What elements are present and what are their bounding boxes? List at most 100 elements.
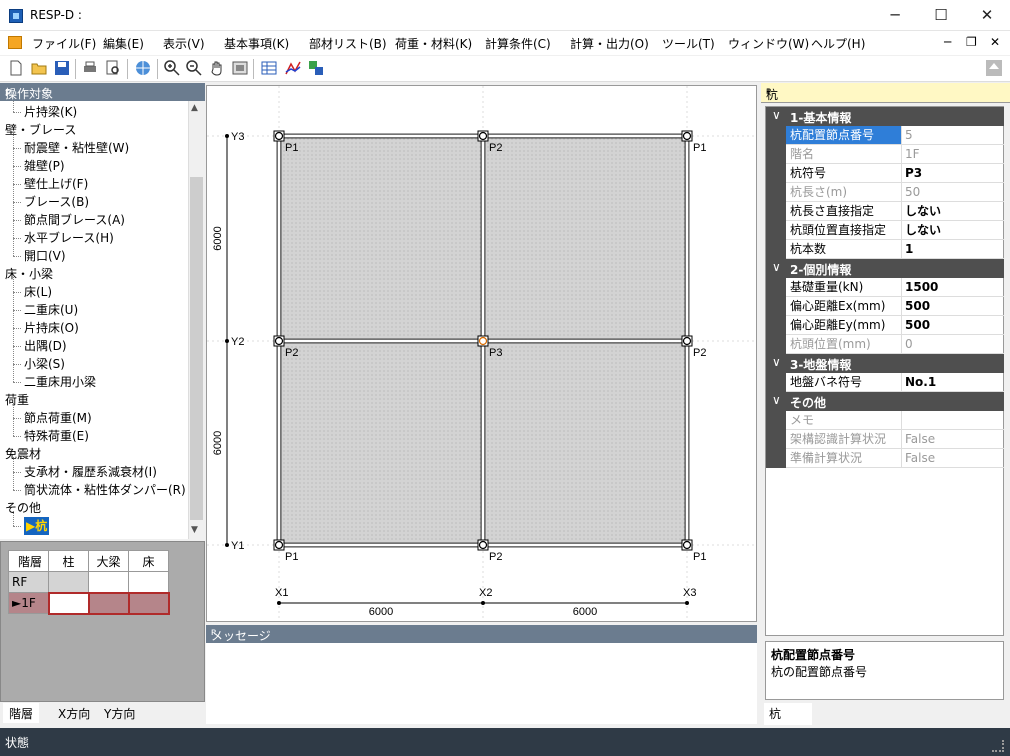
- chevron-down-icon[interactable]: ∨: [772, 108, 781, 122]
- open-folder-icon[interactable]: [31, 60, 47, 76]
- property-row[interactable]: 杭配置節点番号 5: [766, 126, 1004, 145]
- tree-item[interactable]: 水平ブレース(H): [24, 229, 114, 247]
- tree-item[interactable]: 二重床用小梁: [24, 373, 96, 391]
- tree-item[interactable]: 出隅(D): [24, 337, 67, 355]
- tree-item-selected[interactable]: ▶杭: [24, 517, 50, 535]
- tree-item[interactable]: その他: [5, 499, 41, 517]
- zoom-in-icon[interactable]: [164, 60, 180, 76]
- property-row[interactable]: メモ: [766, 411, 1004, 430]
- fit-view-icon[interactable]: [232, 60, 248, 76]
- print-icon[interactable]: [82, 60, 98, 76]
- plan-canvas[interactable]: P1 P2 P1 P2 P3 P2 P1 P2 P1 Y1 Y2 Y3 6000 6000 X1 X2 X3 60…: [206, 85, 757, 622]
- pan-hand-icon[interactable]: [209, 60, 225, 76]
- tab-y-direction[interactable]: Y方向: [98, 703, 141, 723]
- property-value[interactable]: しない: [902, 221, 1004, 240]
- floor-plan-drawing[interactable]: P1 P2 P1 P2 P3 P2 P1 P2 P1 Y1 Y2 Y3 6000 6000 X1 X2 X3 60…: [207, 86, 756, 621]
- property-row[interactable]: 杭符号 P3: [766, 164, 1004, 183]
- tree-item[interactable]: 節点間ブレース(A): [24, 211, 125, 229]
- save-icon[interactable]: [54, 60, 70, 76]
- zoom-out-icon[interactable]: [186, 60, 202, 76]
- property-value[interactable]: 500: [902, 297, 1004, 316]
- tree-item[interactable]: 壁仕上げ(F): [24, 175, 88, 193]
- scroll-up-arrow-icon[interactable]: ▲: [191, 103, 198, 113]
- tree-item[interactable]: 筒状流体・粘性体ダンパー(R): [24, 481, 186, 499]
- layers-icon[interactable]: [308, 60, 324, 76]
- tree-scrollbar-thumb[interactable]: [190, 177, 203, 520]
- property-value[interactable]: 1500: [902, 278, 1004, 297]
- tree-item[interactable]: 壁・ブレース: [5, 121, 76, 139]
- tab-x-direction[interactable]: X方向: [52, 703, 96, 723]
- maximize-button[interactable]: ☐: [918, 0, 964, 31]
- property-row[interactable]: 基礎重量(kN) 1500: [766, 278, 1004, 297]
- tree-item[interactable]: 荷重: [5, 391, 29, 409]
- property-value[interactable]: 500: [902, 316, 1004, 335]
- tree-item[interactable]: 節点荷重(M): [24, 409, 92, 427]
- mdi-doc-icon[interactable]: [8, 36, 22, 49]
- tree-item[interactable]: 片持梁(K): [24, 103, 77, 121]
- property-category[interactable]: ∨ 3-地盤情報: [766, 354, 1004, 373]
- property-row[interactable]: 偏心距離Ey(mm) 500: [766, 316, 1004, 335]
- pile-node[interactable]: [274, 336, 284, 346]
- resize-grip-icon[interactable]: [992, 740, 1004, 752]
- tab-pile[interactable]: 杭: [764, 703, 812, 725]
- property-row[interactable]: 杭長さ(m) 50: [766, 183, 1004, 202]
- menu-loads[interactable]: 荷重・材料(K): [395, 35, 472, 52]
- floor-cell[interactable]: [48, 571, 89, 593]
- tree-item[interactable]: 支承材・履歴系減衰材(I): [24, 463, 157, 481]
- property-row[interactable]: 杭長さ直接指定 しない: [766, 202, 1004, 221]
- menu-edit[interactable]: 編集(E): [103, 35, 144, 52]
- floor-cell[interactable]: [127, 591, 170, 615]
- minimize-button[interactable]: ─: [872, 0, 918, 31]
- tree-item[interactable]: 床(L): [24, 283, 52, 301]
- pile-node[interactable]: [478, 131, 488, 141]
- graph-icon[interactable]: [285, 60, 301, 76]
- property-row[interactable]: 架構認識計算状況 False: [766, 430, 1004, 449]
- menu-calc-output[interactable]: 計算・出力(O): [570, 35, 649, 52]
- floor-row-label[interactable]: ►1F: [8, 592, 49, 614]
- tree-item[interactable]: 耐震壁・粘性壁(W): [24, 139, 129, 157]
- property-row[interactable]: 地盤バネ符号 No.1: [766, 373, 1004, 392]
- menu-basic[interactable]: 基本事項(K): [224, 35, 289, 52]
- menu-file[interactable]: ファイル(F): [32, 35, 96, 52]
- scroll-up-icon[interactable]: [986, 60, 1002, 76]
- property-row[interactable]: 杭本数 1: [766, 240, 1004, 259]
- tab-floor[interactable]: 階層: [3, 703, 40, 723]
- pin-icon[interactable]: ᴘ: [211, 627, 751, 638]
- pin-icon[interactable]: ᴘ: [5, 85, 199, 99]
- pile-node[interactable]: [682, 540, 692, 550]
- menu-help[interactable]: ヘルプ(H): [811, 35, 865, 52]
- menu-tools[interactable]: ツール(T): [662, 35, 715, 52]
- tree-item[interactable]: 開口(V): [24, 247, 66, 265]
- mdi-restore-button[interactable]: ❐: [966, 35, 977, 49]
- property-value[interactable]: No.1: [902, 373, 1004, 392]
- property-value[interactable]: P3: [902, 164, 1004, 183]
- property-value[interactable]: しない: [902, 202, 1004, 221]
- menu-window[interactable]: ウィンドウ(W): [728, 35, 809, 52]
- chevron-down-icon[interactable]: ∨: [772, 260, 781, 274]
- scroll-down-arrow-icon[interactable]: ▼: [191, 525, 198, 535]
- table-icon[interactable]: [261, 60, 277, 76]
- property-row[interactable]: 杭頭位置直接指定 しない: [766, 221, 1004, 240]
- close-button[interactable]: ✕: [964, 0, 1010, 31]
- property-category[interactable]: ∨ 1-基本情報: [766, 107, 1004, 126]
- pile-node[interactable]: [478, 336, 488, 346]
- tree-item[interactable]: 二重床(U): [24, 301, 78, 319]
- property-row[interactable]: 準備計算状況 False: [766, 449, 1004, 468]
- tree-item[interactable]: 小梁(S): [24, 355, 65, 373]
- tree-item[interactable]: 雑壁(P): [24, 157, 65, 175]
- property-row[interactable]: 偏心距離Ex(mm) 500: [766, 297, 1004, 316]
- tree-item[interactable]: 免震材: [5, 445, 41, 463]
- tree-item[interactable]: 片持床(O): [24, 319, 79, 337]
- mdi-minimize-button[interactable]: ─: [944, 35, 951, 49]
- pile-node[interactable]: [274, 131, 284, 141]
- floor-cell[interactable]: [87, 591, 130, 615]
- pile-node[interactable]: [682, 336, 692, 346]
- floor-cell[interactable]: [128, 571, 169, 593]
- property-row[interactable]: 階名 1F: [766, 145, 1004, 164]
- new-file-icon[interactable]: [8, 60, 24, 76]
- menu-calc-cond[interactable]: 計算条件(C): [485, 35, 551, 52]
- property-value[interactable]: 1: [902, 240, 1004, 259]
- property-category[interactable]: ∨ 2-個別情報: [766, 259, 1004, 278]
- floor-row-label[interactable]: RF: [8, 571, 49, 593]
- mdi-close-button[interactable]: ✕: [990, 35, 1000, 49]
